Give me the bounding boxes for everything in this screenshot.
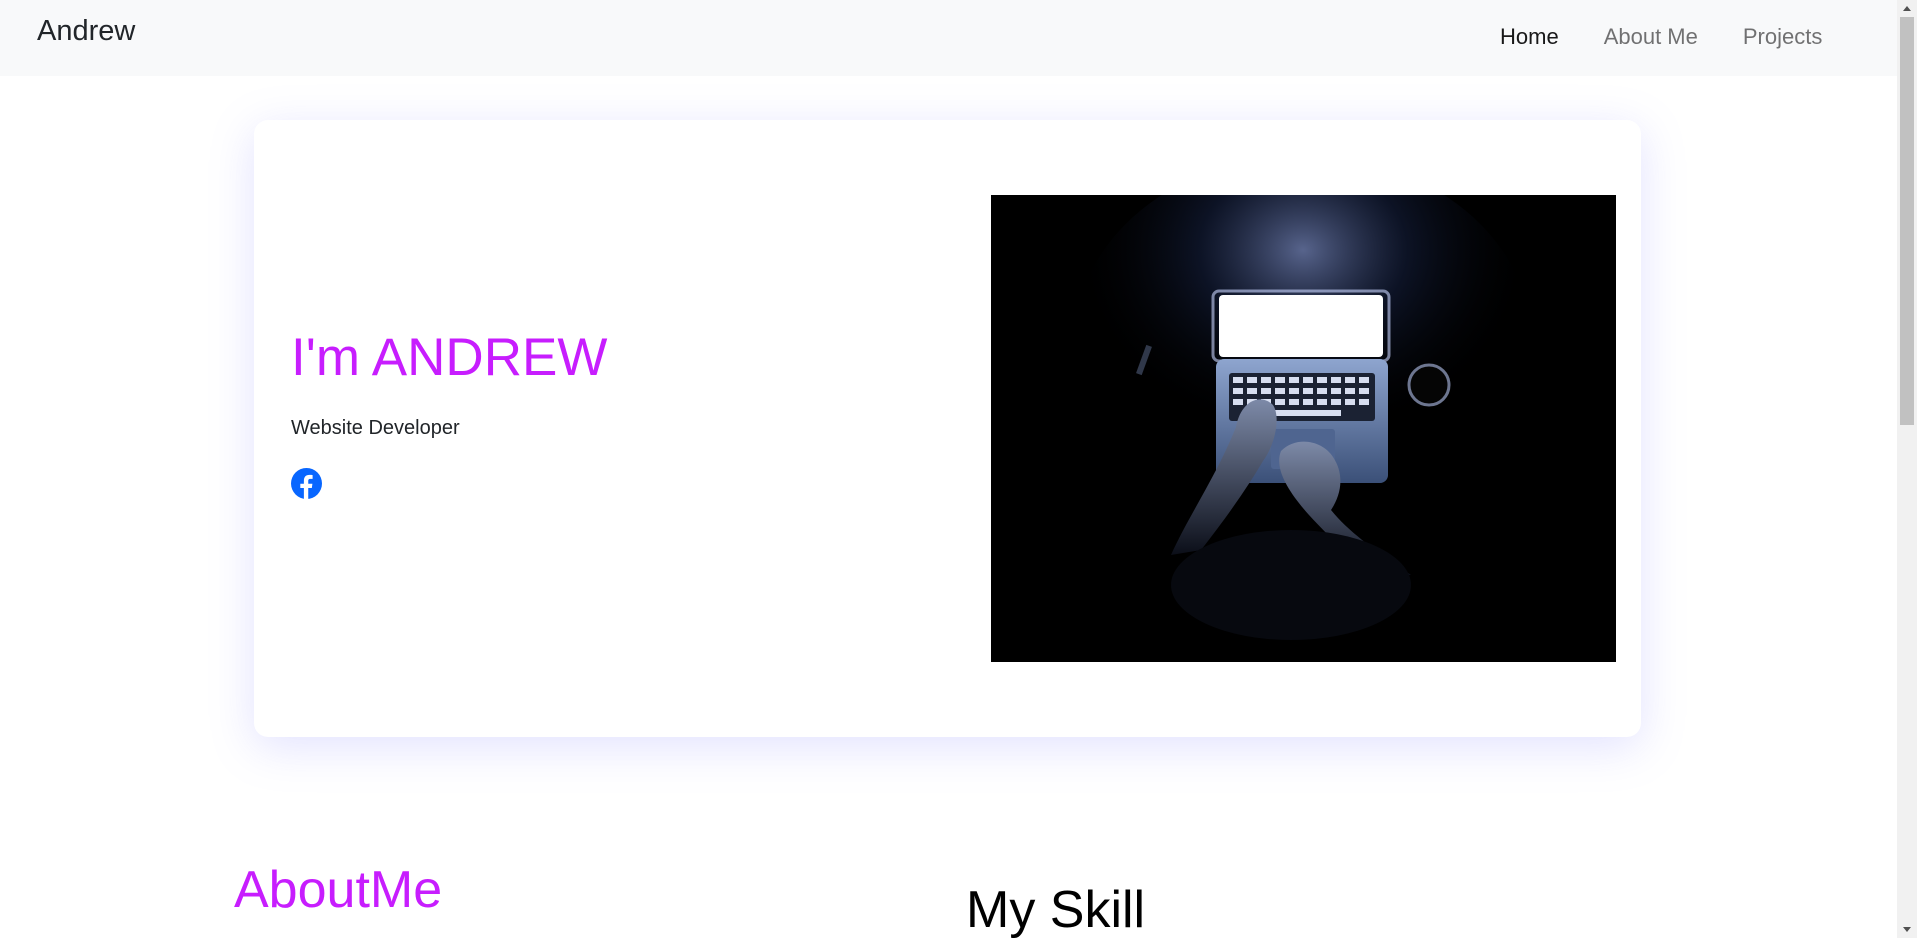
facebook-link[interactable] <box>291 468 322 499</box>
nav-link-home[interactable]: Home <box>1500 22 1559 52</box>
navbar: Andrew Home About Me Projects <box>0 0 1897 76</box>
scroll-up-arrow-icon[interactable] <box>1897 0 1917 17</box>
laptop-illustration <box>991 195 1616 662</box>
scroll-thumb[interactable] <box>1900 17 1914 425</box>
nav-link-projects[interactable]: Projects <box>1743 22 1822 52</box>
skills-title: My Skill <box>966 881 1146 939</box>
vertical-scrollbar[interactable] <box>1897 0 1917 938</box>
hero-image <box>991 195 1616 662</box>
about-title: AboutMe <box>234 861 443 919</box>
scroll-down-arrow-icon[interactable] <box>1897 921 1917 938</box>
nav-links: Home About Me Projects <box>1500 22 1867 52</box>
nav-link-about-me[interactable]: About Me <box>1604 22 1698 52</box>
facebook-icon <box>291 468 322 499</box>
hero-title: I'm ANDREW <box>291 328 608 387</box>
hero-card: I'm ANDREW Website Developer <box>254 120 1641 737</box>
brand-link[interactable]: Andrew <box>37 13 135 49</box>
hero-subtitle: Website Developer <box>291 417 460 439</box>
